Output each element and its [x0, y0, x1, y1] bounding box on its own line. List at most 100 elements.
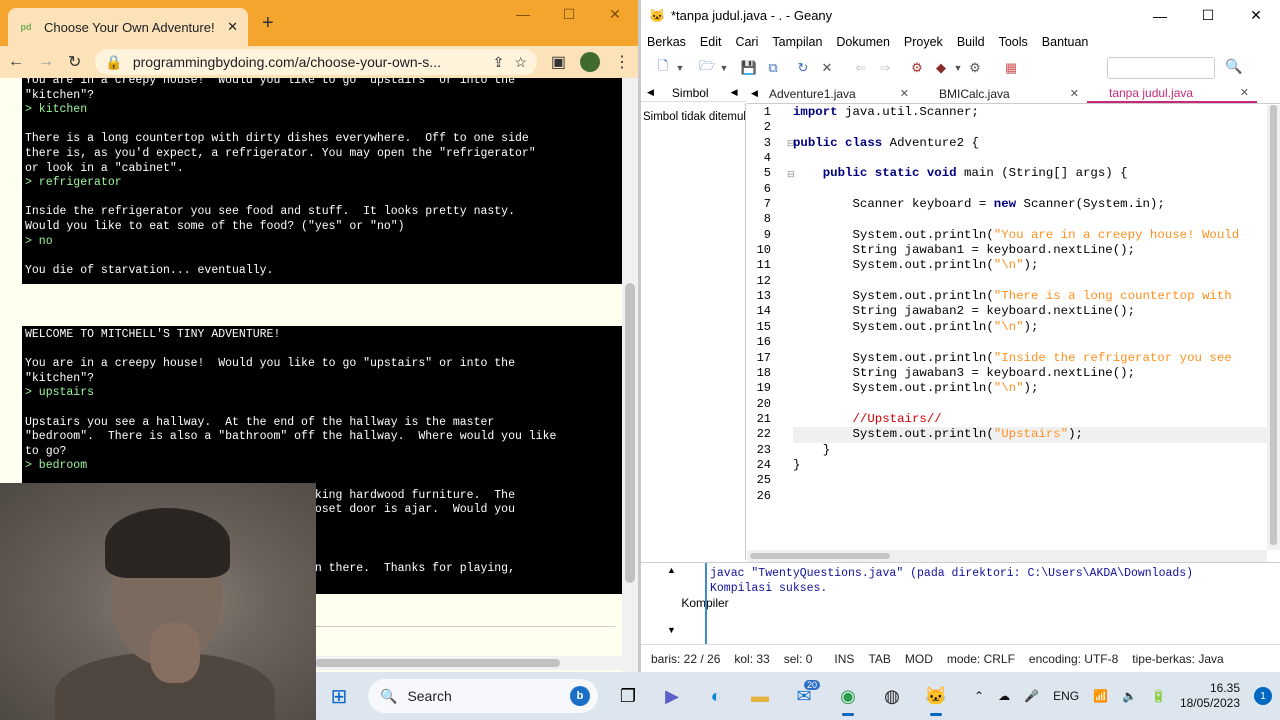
code-line[interactable]: System.out.println("Upstairs");	[793, 427, 1267, 443]
close-tab-icon[interactable]: ✕	[900, 87, 909, 100]
code-line[interactable]	[793, 274, 1267, 289]
dropdown-arrow-icon[interactable]: ▼	[675, 63, 685, 73]
wifi-icon[interactable]: 📶	[1093, 689, 1108, 703]
mail-icon[interactable]: ✉ 20	[782, 674, 826, 718]
github-icon[interactable]: ◍	[870, 674, 914, 718]
sidebar-prev-icon[interactable]: ◀	[647, 87, 654, 98]
nav-back-icon[interactable]: ⇐	[849, 60, 873, 76]
menu-item-dokumen[interactable]: Dokumen	[836, 35, 890, 49]
task-view-icon[interactable]: ❐	[606, 674, 650, 718]
volume-icon[interactable]: 🔈	[1122, 689, 1137, 703]
run-icon[interactable]: ⚙	[963, 60, 987, 76]
code-line[interactable]: String jawaban2 = keyboard.nextLine();	[793, 304, 1267, 319]
scroll-thumb[interactable]	[625, 283, 635, 583]
browser-vertical-scrollbar[interactable]	[622, 78, 638, 672]
windows-start-icon[interactable]: ⊞	[320, 684, 358, 709]
compile-icon[interactable]: ⚙	[905, 60, 929, 76]
menu-item-proyek[interactable]: Proyek	[904, 35, 943, 49]
panel-up-icon[interactable]: ▲	[667, 565, 676, 575]
code-line[interactable]: public class Adventure2 {	[793, 136, 1267, 151]
code-line[interactable]: String jawaban1 = keyboard.nextLine();	[793, 243, 1267, 258]
toolbar-search-input[interactable]	[1107, 57, 1215, 79]
tabs-prev-icon[interactable]: ◀	[751, 88, 758, 99]
document-tab[interactable]: tanpa judul.java ✕	[1087, 84, 1257, 103]
code-line[interactable]	[793, 473, 1267, 488]
clock[interactable]: 16.35 18/05/2023	[1180, 681, 1240, 711]
code-line[interactable]: import java.util.Scanner;	[793, 105, 1267, 120]
notification-badge[interactable]: 1	[1254, 687, 1272, 705]
address-bar[interactable]: 🔒 programmingbydoing.com/a/choose-your-o…	[95, 49, 537, 75]
code-line[interactable]: }	[793, 458, 1267, 473]
code-line[interactable]	[793, 151, 1267, 166]
document-tab[interactable]: Adventure1.java ✕	[747, 84, 917, 103]
close-tab-icon[interactable]: ✕	[1070, 87, 1079, 100]
maximize-icon[interactable]: ☐	[546, 6, 592, 23]
code-line[interactable]	[793, 212, 1267, 227]
taskbar-search[interactable]: 🔍 Search b	[368, 679, 598, 713]
panel-down-icon[interactable]: ▼	[667, 625, 676, 635]
menu-item-build[interactable]: Build	[957, 35, 985, 49]
save-all-icon[interactable]: ⧉	[761, 60, 785, 76]
close-window-icon[interactable]: ✕	[592, 6, 638, 23]
language-indicator[interactable]: ENG	[1053, 689, 1079, 703]
reload-icon[interactable]: ↻	[68, 52, 81, 72]
new-tab-icon[interactable]: +	[262, 12, 274, 35]
code-area[interactable]: import java.util.Scanner; public class A…	[793, 105, 1267, 504]
chevron-up-icon[interactable]: ⌃	[974, 689, 984, 703]
file-explorer-icon[interactable]: ▬	[738, 674, 782, 718]
code-line[interactable]: System.out.println("Inside the refrigera…	[793, 351, 1267, 366]
save-icon[interactable]: 💾	[737, 60, 761, 76]
bing-icon[interactable]: b	[570, 686, 590, 706]
close-window-icon[interactable]: ✕	[1232, 0, 1280, 31]
microphone-icon[interactable]: 🎤	[1024, 689, 1039, 703]
new-file-icon[interactable]: 🗋	[651, 57, 675, 79]
editor-horizontal-scrollbar[interactable]	[747, 550, 1267, 562]
code-line[interactable]: System.out.println("\n");	[793, 258, 1267, 273]
onedrive-icon[interactable]: ☁	[998, 689, 1010, 703]
maximize-icon[interactable]: ☐	[1184, 0, 1232, 31]
teams-chat-icon[interactable]: ▶	[650, 674, 694, 718]
code-line[interactable]	[793, 182, 1267, 197]
code-line[interactable]: System.out.println("There is a long coun…	[793, 289, 1267, 304]
code-line[interactable]: }	[793, 443, 1267, 458]
profile-avatar[interactable]	[580, 52, 600, 72]
code-editor[interactable]: 1 2 3 4 5 6 7 8 9 10 11 12 13 14 15 16 17 18 19 20 21 22 23 24 2…	[747, 105, 1267, 550]
menu-item-berkas[interactable]: Berkas	[647, 35, 686, 49]
forward-icon[interactable]: →	[38, 53, 54, 71]
code-line[interactable]	[793, 120, 1267, 135]
nav-forward-icon[interactable]: ⇒	[873, 60, 897, 76]
editor-vertical-scrollbar[interactable]	[1267, 105, 1280, 550]
search-icon[interactable]: 🔍	[1225, 58, 1242, 75]
sidebar-next-icon[interactable]: ◀	[731, 87, 738, 98]
code-line[interactable]	[793, 335, 1267, 350]
code-line[interactable]: Scanner keyboard = new Scanner(System.in…	[793, 197, 1267, 212]
menu-item-tampilan[interactable]: Tampilan	[772, 35, 822, 49]
reload-file-icon[interactable]: ↻	[791, 60, 815, 76]
bookmark-star-icon[interactable]: ☆	[514, 54, 527, 71]
scroll-thumb[interactable]	[1270, 105, 1277, 545]
build-icon[interactable]: ◆	[929, 60, 953, 76]
open-file-icon[interactable]: 🗁	[695, 57, 719, 79]
share-icon[interactable]: ⇪	[493, 54, 505, 71]
code-line[interactable]: public static void main (String[] args) …	[793, 166, 1267, 181]
document-tab[interactable]: BMICalc.java ✕	[917, 84, 1087, 103]
battery-icon[interactable]: 🔋	[1151, 689, 1166, 703]
code-line[interactable]: String jawaban3 = keyboard.nextLine();	[793, 366, 1267, 381]
minimize-icon[interactable]: —	[500, 6, 546, 23]
tab-simbol[interactable]: Simbol	[672, 86, 709, 100]
code-line[interactable]: System.out.println("\n");	[793, 381, 1267, 396]
code-line[interactable]	[793, 489, 1267, 504]
scroll-thumb-horizontal[interactable]	[315, 659, 560, 667]
browser-horizontal-scrollbar[interactable]	[315, 656, 622, 670]
minimize-icon[interactable]: —	[1136, 0, 1184, 31]
color-chooser-icon[interactable]: ▦	[999, 60, 1023, 76]
dropdown-arrow-icon[interactable]: ▼	[719, 63, 729, 73]
geany-taskbar-icon[interactable]: 🐱	[914, 674, 958, 718]
code-line[interactable]	[793, 397, 1267, 412]
menu-item-edit[interactable]: Edit	[700, 35, 722, 49]
sidepanel-icon[interactable]: ▣	[551, 52, 566, 72]
edge-icon[interactable]: ◐	[694, 674, 738, 718]
scroll-thumb-horizontal[interactable]	[750, 553, 890, 559]
close-tab-icon[interactable]: ✕	[227, 19, 238, 35]
menu-item-cari[interactable]: Cari	[735, 35, 758, 49]
